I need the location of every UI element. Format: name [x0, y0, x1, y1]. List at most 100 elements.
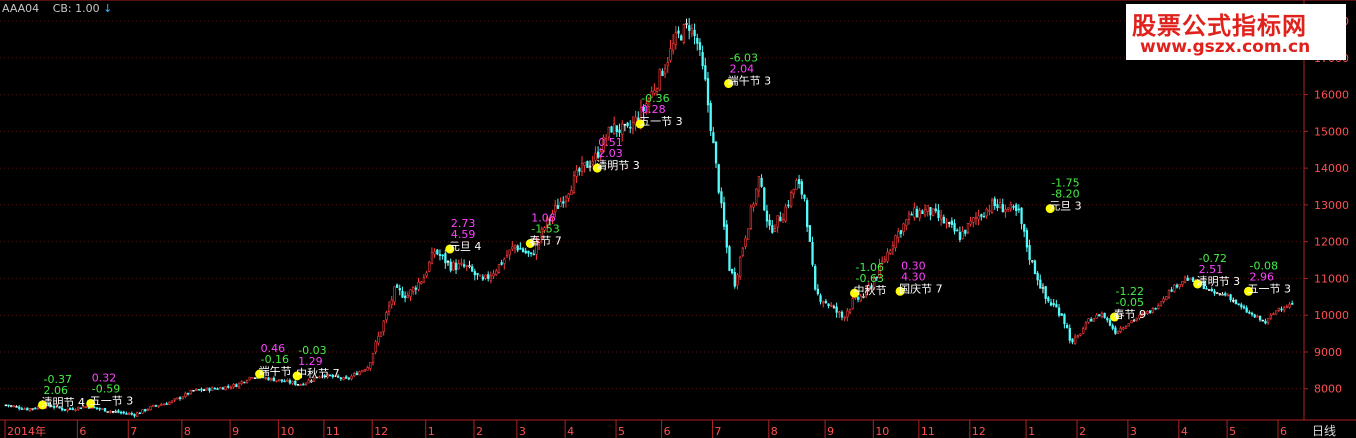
candle-body	[693, 29, 696, 37]
candle-body	[138, 412, 142, 415]
candle-body	[457, 263, 460, 270]
date-tick-label: 9	[232, 425, 239, 438]
candle-body	[296, 384, 300, 386]
candle-body	[125, 413, 128, 415]
candle-body	[578, 168, 581, 172]
candle-body	[661, 70, 664, 76]
candle-body	[192, 389, 195, 392]
candle-body	[773, 228, 777, 232]
candle-body	[1039, 279, 1042, 289]
candle-body	[1189, 277, 1192, 281]
candle-body	[165, 403, 168, 405]
candle-body	[521, 248, 525, 253]
candle-body	[385, 312, 388, 320]
candle-body	[109, 410, 112, 413]
candle-body	[1084, 322, 1088, 329]
price-tick-label: 12000	[1314, 236, 1349, 249]
candle-body	[1108, 319, 1112, 326]
candle-body	[993, 198, 996, 207]
candle-body	[575, 169, 578, 177]
candle-body	[1001, 204, 1004, 213]
candle-body	[1232, 299, 1235, 302]
candle-body	[779, 216, 782, 222]
holiday-label: 清明节 3	[596, 159, 640, 172]
period-label[interactable]: 日线	[1312, 422, 1336, 438]
candle-body	[146, 409, 150, 411]
candle-body	[117, 410, 120, 413]
candle-body	[942, 216, 946, 224]
holiday-change-before: -1.06	[856, 261, 884, 274]
watermark-title: 股票公式指标网	[1132, 12, 1307, 40]
candle-body	[497, 264, 501, 273]
candle-body	[511, 246, 514, 250]
candle-body	[1218, 293, 1222, 295]
candle-body	[688, 25, 691, 31]
candle-body	[350, 375, 353, 380]
candle-body	[181, 396, 184, 400]
candle-body	[1258, 315, 1262, 321]
candle-body	[588, 165, 592, 168]
candle-body	[618, 129, 621, 133]
candle-body	[725, 224, 728, 248]
candle-body	[899, 230, 903, 234]
candle-body	[1173, 284, 1176, 292]
candle-body	[471, 266, 474, 272]
candle-body	[452, 261, 455, 271]
candle-body	[272, 377, 276, 382]
candle-body	[674, 32, 678, 45]
candle-body	[1175, 284, 1179, 288]
candle-body	[1028, 245, 1031, 261]
candlestick-chart[interactable]: 清明节 42.06-0.37五一节 3-0.590.32 端午节-0.160.46…	[0, 0, 1356, 438]
chart-window: 清明节 4 2.06 -0.37 五一节 3 -0.59 0.32 端午节 -0.16 0.46…	[0, 0, 1356, 438]
candle-body	[1103, 313, 1106, 318]
candle-body	[712, 132, 715, 144]
candle-body	[1057, 307, 1061, 316]
candle-body	[886, 251, 889, 262]
candle-body	[310, 380, 313, 383]
candle-body	[690, 27, 694, 34]
candle-body	[696, 37, 699, 44]
candle-body	[294, 380, 297, 385]
candle-body	[371, 353, 375, 363]
candle-body	[18, 406, 21, 409]
candle-body	[792, 188, 795, 194]
candle-body	[771, 225, 774, 233]
holiday-change-before: -0.72	[1199, 252, 1227, 265]
price-tick-label: 11000	[1314, 272, 1349, 285]
candle-body	[894, 235, 897, 248]
candle-body	[1288, 303, 1291, 308]
candle-body	[449, 261, 452, 271]
candle-body	[1044, 286, 1047, 299]
candle-body	[1208, 289, 1211, 291]
candle-body	[795, 179, 798, 190]
candle-body	[621, 123, 624, 135]
candle-body	[1017, 208, 1021, 211]
candle-body	[752, 203, 755, 208]
candle-body	[580, 162, 584, 173]
candle-body	[709, 103, 712, 132]
candle-body	[4, 404, 8, 407]
candle-body	[189, 390, 192, 395]
candle-body	[564, 196, 568, 202]
candle-body	[720, 191, 723, 204]
watermark-logo: 股票公式指标网 www.gszx.com.cn	[1126, 4, 1346, 60]
candle-body	[998, 202, 1002, 209]
candle-body	[441, 254, 444, 257]
date-tick-label: 5	[618, 425, 625, 438]
candle-body	[1047, 297, 1050, 302]
price-axis-labels: 8000 9000 10000 11000 12000 13000 14000 15000 16…	[1304, 15, 1349, 396]
candle-body	[529, 252, 533, 254]
candle-body	[567, 193, 570, 199]
candle-body	[438, 254, 442, 256]
candle-body	[114, 411, 117, 413]
candle-body	[66, 408, 69, 411]
candle-body	[757, 176, 761, 192]
candle-body	[10, 405, 13, 407]
candle-body	[243, 381, 246, 384]
candle-body	[404, 295, 407, 299]
candle-body	[1280, 308, 1283, 311]
indicator-header: AAA04 CB: 1.00 ↓	[2, 2, 112, 15]
holiday-label: 五一节 3	[1248, 282, 1292, 295]
candle-body	[1009, 203, 1013, 210]
candle-body	[907, 213, 911, 220]
